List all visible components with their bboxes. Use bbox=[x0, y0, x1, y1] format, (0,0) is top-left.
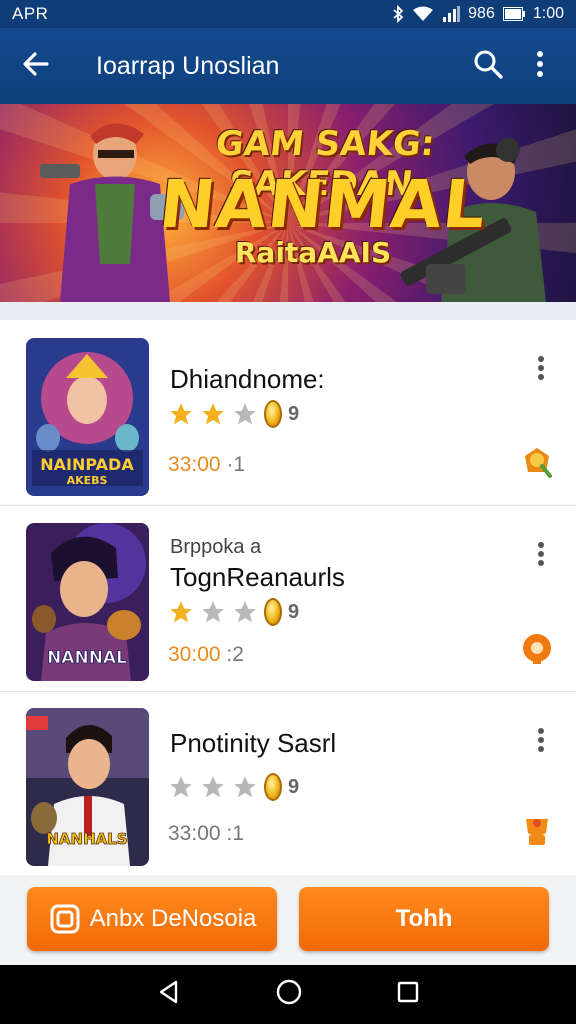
list-item[interactable]: NANNAL Brppoka a TognReanaurls 9 30:00 :… bbox=[0, 506, 576, 692]
star-empty-icon bbox=[202, 601, 224, 623]
star-filled-icon bbox=[170, 403, 192, 425]
nav-home-button[interactable] bbox=[275, 978, 303, 1011]
price-value: 33:00 bbox=[168, 453, 221, 476]
svg-text:NAINPADA: NAINPADA bbox=[40, 455, 134, 474]
action-button-row: Anbx DeNosoia Tohh bbox=[0, 875, 576, 965]
item-more-button[interactable] bbox=[526, 720, 556, 760]
rating-number: 9 bbox=[288, 775, 300, 798]
svg-text:NANNAL: NANNAL bbox=[47, 648, 127, 668]
star-empty-icon bbox=[202, 776, 224, 798]
status-icons: 986 1:00 bbox=[392, 5, 564, 23]
item-rating: 9 bbox=[168, 773, 299, 801]
star-filled-icon bbox=[202, 403, 224, 425]
search-icon bbox=[472, 48, 504, 85]
page-title: Ioarrap Unoslian bbox=[96, 51, 280, 80]
battery-icon bbox=[502, 7, 525, 21]
coin-icon bbox=[264, 400, 282, 428]
price-suffix: ·1 bbox=[226, 453, 246, 476]
star-empty-icon bbox=[234, 403, 256, 425]
primary-action-label: Anbx DeNosoia bbox=[89, 905, 257, 932]
app-bar: Ioarrap Unoslian bbox=[0, 28, 576, 104]
bluetooth-icon bbox=[392, 5, 404, 23]
rating-number: 9 bbox=[288, 402, 300, 425]
coin-icon bbox=[264, 773, 282, 801]
list-item[interactable]: NANHALS Pnotinity Sasrl 9 33:00 :1 bbox=[0, 692, 576, 878]
trophy-badge-icon[interactable] bbox=[520, 813, 554, 847]
star-empty-icon bbox=[234, 776, 256, 798]
price-suffix: :1 bbox=[226, 822, 244, 845]
nav-back-button[interactable] bbox=[156, 979, 182, 1010]
secondary-action-label: Tohh bbox=[395, 905, 453, 932]
promo-banner[interactable]: GAM SAKG: SAKEDAN NANMAL RaitaAAIS bbox=[0, 104, 576, 302]
banner-title-line2: NANMAL bbox=[155, 166, 491, 243]
item-price: 30:00 :2 bbox=[168, 643, 244, 667]
svg-text:NANHALS: NANHALS bbox=[46, 830, 127, 848]
secondary-action-button[interactable]: Tohh bbox=[299, 887, 549, 951]
screen: APR 986 1:00 Ioarrap Unoslian GAM SAKG: … bbox=[0, 0, 576, 1024]
star-empty-icon bbox=[234, 601, 256, 623]
rating-number: 9 bbox=[288, 600, 300, 623]
game-list: NAINPADA AKEBS Dhiandnome: 9 33:00 ·1 NA… bbox=[0, 320, 576, 878]
network-label: 986 bbox=[468, 5, 495, 22]
game-thumbnail-image: NANHALS bbox=[26, 708, 149, 866]
carrier-label: APR bbox=[12, 4, 49, 23]
price-value: 30:00 bbox=[168, 643, 221, 666]
item-subtitle: Brppoka a bbox=[170, 536, 262, 558]
gift-badge-icon[interactable] bbox=[520, 444, 554, 478]
flower-badge-icon[interactable] bbox=[520, 631, 554, 665]
item-rating: 9 bbox=[168, 598, 299, 626]
game-thumbnail-image: NANNAL bbox=[26, 523, 149, 681]
item-price: 33:00 :1 bbox=[168, 822, 244, 846]
item-more-button[interactable] bbox=[526, 348, 556, 388]
star-filled-icon bbox=[170, 601, 192, 623]
copy-icon bbox=[50, 904, 80, 934]
square-recents-icon bbox=[397, 981, 418, 1003]
item-price: 33:00 ·1 bbox=[168, 453, 245, 477]
price-value: 33:00 bbox=[168, 822, 221, 845]
item-title: TognReanaurls bbox=[170, 562, 345, 592]
game-thumbnail-image: NAINPADA AKEBS bbox=[26, 338, 149, 496]
wifi-icon bbox=[412, 6, 434, 22]
more-vert-icon bbox=[535, 50, 545, 83]
more-vert-icon bbox=[538, 728, 544, 752]
search-button[interactable] bbox=[462, 40, 514, 92]
list-item[interactable]: NAINPADA AKEBS Dhiandnome: 9 33:00 ·1 bbox=[0, 320, 576, 506]
svg-text:AKEBS: AKEBS bbox=[67, 474, 108, 487]
more-vert-icon bbox=[538, 542, 544, 566]
circle-home-icon bbox=[276, 979, 302, 1005]
price-suffix: :2 bbox=[226, 643, 244, 666]
more-vert-icon bbox=[538, 356, 544, 380]
clock-label: 1:00 bbox=[532, 5, 564, 22]
system-nav-bar bbox=[0, 965, 576, 1024]
nav-recents-button[interactable] bbox=[396, 980, 420, 1009]
item-more-button[interactable] bbox=[526, 534, 556, 574]
status-bar: APR 986 1:00 bbox=[0, 0, 576, 28]
item-rating: 9 bbox=[168, 400, 299, 428]
banner-title-line3: RaitaAAIS bbox=[234, 236, 392, 269]
back-button[interactable] bbox=[10, 40, 62, 92]
item-title: Pnotinity Sasrl bbox=[170, 728, 337, 758]
coin-icon bbox=[264, 598, 282, 626]
primary-action-button[interactable]: Anbx DeNosoia bbox=[27, 887, 277, 951]
triangle-back-icon bbox=[160, 980, 178, 1004]
signal-icon bbox=[442, 6, 461, 22]
item-title: Dhiandnome: bbox=[170, 364, 325, 394]
arrow-left-icon bbox=[21, 49, 51, 84]
star-empty-icon bbox=[170, 776, 192, 798]
overflow-menu-button[interactable] bbox=[514, 40, 566, 92]
